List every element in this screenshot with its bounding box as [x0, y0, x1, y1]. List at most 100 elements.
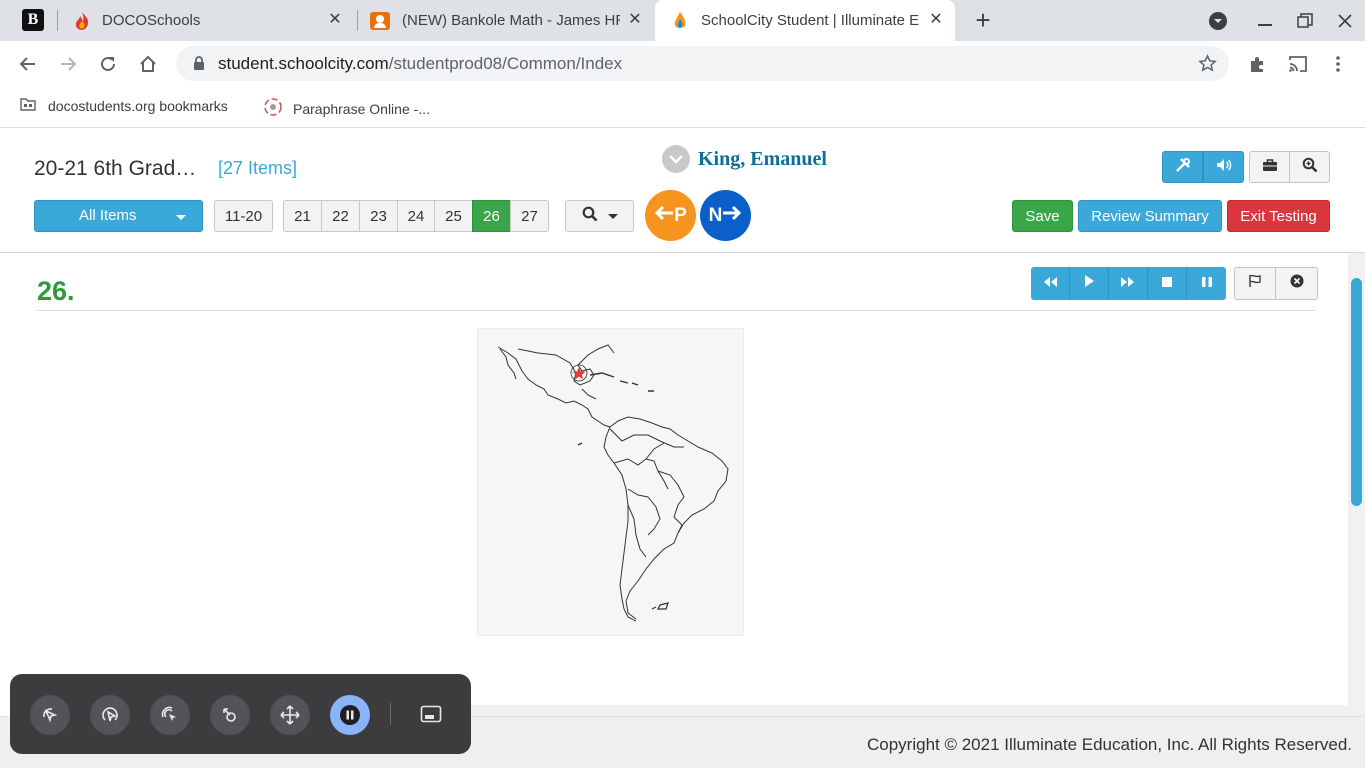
question-button-25[interactable]: 25 [434, 200, 473, 232]
bookmark-paraphrase[interactable]: Paraphrase Online -... [263, 97, 430, 120]
right-click-icon[interactable] [150, 695, 190, 735]
play-button[interactable] [1070, 267, 1109, 300]
tab-bankole-math[interactable]: (NEW) Bankole Math - James HR ✕ [360, 0, 654, 41]
close-window-icon[interactable] [1333, 9, 1357, 33]
fast-forward-icon [1120, 275, 1136, 293]
bookmarks-bar: docostudents.org bookmarks Paraphrase On… [0, 86, 1365, 128]
fast-forward-button[interactable] [1109, 267, 1148, 300]
eliminate-button[interactable] [1276, 267, 1318, 300]
minimize-icon[interactable] [1253, 9, 1277, 33]
item-marking-controls [1234, 267, 1318, 300]
latin-america-map [477, 328, 744, 636]
tab-title: (NEW) Bankole Math - James HR [402, 12, 620, 29]
zoom-button[interactable] [1289, 151, 1330, 183]
tab-title: SchoolCity Student | Illuminate Ed [701, 12, 919, 29]
drag-icon[interactable] [210, 695, 250, 735]
bookmark-star-icon[interactable] [1198, 54, 1217, 78]
lock-icon[interactable] [193, 56, 205, 76]
new-tab-button[interactable]: + [970, 7, 996, 34]
stop-button[interactable] [1148, 267, 1187, 300]
search-dropdown[interactable] [565, 200, 634, 232]
question-button-26[interactable]: 26 [472, 200, 511, 232]
close-circle-icon [1290, 274, 1304, 293]
previous-label: P [674, 204, 687, 226]
question-button-24[interactable]: 24 [397, 200, 435, 232]
test-title: 20-21 6th Grad… [34, 157, 197, 180]
url-text: student.schoolcity.com/studentprod08/Com… [218, 54, 623, 73]
tab-separator [57, 10, 58, 31]
question-number: 26. [37, 276, 75, 306]
question-button-23[interactable]: 23 [359, 200, 398, 232]
flag-icon [1248, 274, 1262, 293]
question-area: 26. [0, 253, 1348, 705]
audio-playback-controls [1031, 267, 1226, 300]
audio-button[interactable] [1203, 151, 1244, 183]
reload-icon[interactable] [94, 50, 122, 78]
tab-separator [357, 10, 358, 31]
browser-tabstrip: B DOCOSchools ✕ (NEW) Bankole Math - Jam… [0, 0, 1365, 41]
question-button-22[interactable]: 22 [321, 200, 360, 232]
cast-icon[interactable] [1284, 50, 1312, 78]
position-icon[interactable] [420, 705, 442, 728]
tab-search-icon[interactable] [1206, 9, 1230, 33]
student-name: King, Emanuel [698, 147, 827, 170]
tools-icon [1175, 157, 1191, 178]
horizontal-scrollbar[interactable] [471, 705, 1348, 716]
review-summary-button[interactable]: Review Summary [1078, 200, 1222, 232]
extensions-icon[interactable] [1244, 50, 1272, 78]
rewind-button[interactable] [1031, 267, 1070, 300]
briefcase-icon [1262, 158, 1278, 177]
automatic-clicks-panel [10, 674, 471, 754]
close-icon[interactable]: ✕ [626, 11, 644, 29]
close-icon[interactable]: ✕ [927, 11, 945, 29]
chevron-down-icon[interactable] [662, 145, 690, 173]
arrow-left-icon [654, 205, 674, 227]
range-button[interactable]: 11-20 [214, 200, 273, 232]
question-divider [37, 310, 1316, 311]
copyright-text: Copyright © 2021 Illuminate Education, I… [867, 735, 1352, 754]
bookmark-label: Paraphrase Online -... [293, 100, 430, 117]
classroom-favicon-icon [370, 11, 390, 30]
previous-button[interactable]: P [645, 190, 696, 241]
profile-icon[interactable]: B [22, 9, 44, 31]
question-button-21[interactable]: 21 [283, 200, 322, 232]
address-bar[interactable]: student.schoolcity.com/studentprod08/Com… [176, 46, 1229, 81]
menu-kebab-icon[interactable] [1324, 50, 1352, 78]
search-icon [582, 206, 598, 226]
pause-button[interactable] [1187, 267, 1226, 300]
tab-docoschools[interactable]: DOCOSchools ✕ [62, 0, 354, 41]
scroll-icon[interactable] [270, 695, 310, 735]
pause-icon [1201, 275, 1213, 293]
flag-button[interactable] [1234, 267, 1276, 300]
items-count-link[interactable]: [27 Items] [218, 158, 297, 179]
caret-down-icon [607, 213, 618, 219]
pause-icon[interactable] [330, 695, 370, 735]
double-click-icon[interactable] [90, 695, 130, 735]
exit-testing-button[interactable]: Exit Testing [1227, 200, 1330, 232]
zoom-in-icon [1302, 157, 1318, 178]
forward-icon[interactable] [54, 50, 82, 78]
close-icon[interactable]: ✕ [326, 11, 344, 29]
maximize-icon[interactable] [1293, 9, 1317, 33]
toolbox-button[interactable] [1249, 151, 1290, 183]
left-click-icon[interactable] [30, 695, 70, 735]
tab-title: DOCOSchools [102, 12, 201, 29]
item-filter-dropdown[interactable]: All Items [34, 200, 203, 232]
scrollbar-thumb[interactable] [1351, 278, 1362, 506]
stop-icon [1161, 275, 1173, 293]
bookmark-docostudents[interactable]: docostudents.org bookmarks [20, 97, 228, 114]
student-menu[interactable]: King, Emanuel [662, 145, 827, 173]
tools-button[interactable] [1162, 151, 1203, 183]
save-button[interactable]: Save [1012, 200, 1073, 232]
back-icon[interactable] [14, 50, 42, 78]
panel-divider [390, 703, 391, 725]
test-header: 20-21 6th Grad… [27 Items] King, Emanuel… [0, 129, 1365, 253]
home-icon[interactable] [134, 50, 162, 78]
browser-toolbar: student.schoolcity.com/studentprod08/Com… [0, 41, 1365, 86]
play-icon [1083, 274, 1095, 293]
tab-schoolcity[interactable]: SchoolCity Student | Illuminate Ed ✕ [655, 0, 955, 41]
question-button-27[interactable]: 27 [510, 200, 549, 232]
vertical-scrollbar[interactable] [1348, 253, 1365, 716]
next-button[interactable]: N [700, 190, 751, 241]
paraphrase-favicon-icon [263, 97, 283, 120]
